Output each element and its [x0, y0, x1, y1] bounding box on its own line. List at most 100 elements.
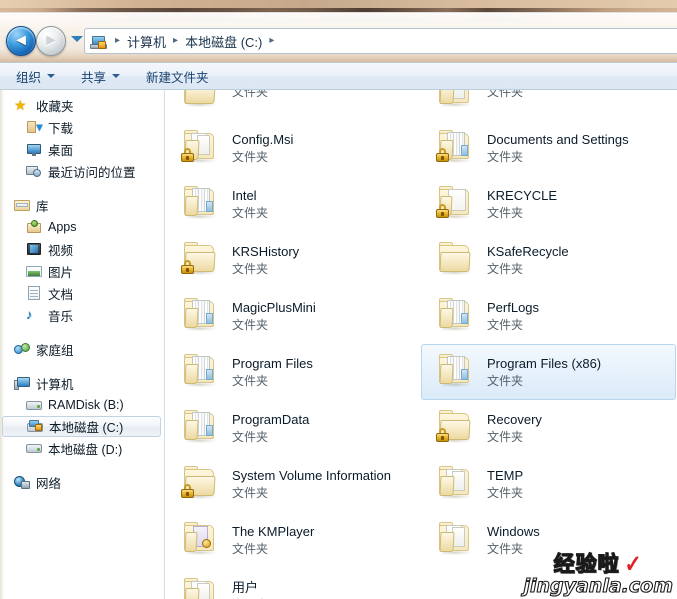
- file-item[interactable]: System Volume Information 文件夹: [166, 456, 421, 512]
- file-item[interactable]: KRECYCLE 文件夹: [421, 176, 676, 232]
- recent-pages-dropdown-icon[interactable]: [71, 36, 83, 42]
- sidebar-item-documents[interactable]: 文档: [0, 282, 164, 304]
- file-list-pane[interactable]: 文件夹 文件夹 Config.Msi 文件夹 Documents and Setting…: [166, 90, 677, 599]
- file-item-type: 文件夹: [232, 485, 269, 500]
- explorer-content: ★ 收藏夹 ▼ 下载 桌面 最近访问的位置 库 Apps 视频 图片 文档 ♪ …: [0, 90, 677, 599]
- new-folder-label: 新建文件夹: [146, 70, 209, 85]
- breadcrumb-separator-root[interactable]: ▸: [109, 36, 126, 46]
- folder-files-icon: [180, 183, 226, 225]
- folder-plain-icon: [435, 239, 481, 281]
- sidebar-item-recent-places[interactable]: 最近访问的位置: [0, 160, 164, 182]
- lock-icon: [435, 428, 449, 442]
- file-item-type: 文件夹: [487, 373, 524, 388]
- breadcrumb-computer[interactable]: 计算机: [126, 32, 167, 51]
- file-item-name: System Volume Information: [232, 467, 391, 483]
- sidebar-header-network[interactable]: 网络: [0, 471, 164, 493]
- file-item[interactable]: KRSHistory 文件夹: [166, 232, 421, 288]
- breadcrumb-separator-2[interactable]: ▸: [263, 36, 280, 46]
- sidebar-item-videos[interactable]: 视频: [0, 238, 164, 260]
- sidebar-label: 计算机: [36, 377, 74, 392]
- file-item-name: Program Files (x86): [487, 355, 602, 371]
- network-icon: [14, 474, 30, 490]
- file-item[interactable]: Intel 文件夹: [166, 176, 421, 232]
- folder-files-icon: [180, 407, 226, 449]
- sidebar-header-computer[interactable]: 计算机: [0, 372, 164, 394]
- file-item[interactable]: Windows 文件夹: [421, 512, 676, 568]
- sidebar-label: 音乐: [48, 309, 74, 324]
- file-item-name: KRECYCLE: [487, 187, 558, 203]
- file-item[interactable]: Config.Msi 文件夹: [166, 120, 421, 176]
- back-button[interactable]: ◄: [6, 26, 36, 56]
- file-item[interactable]: 用户文件夹: [166, 568, 421, 599]
- share-button[interactable]: 共享: [71, 65, 130, 87]
- drive-icon: [26, 440, 42, 456]
- file-item-type: 文件夹: [232, 429, 269, 444]
- sidebar-label: 文档: [48, 287, 74, 302]
- organize-label: 组织: [16, 70, 42, 85]
- file-item[interactable]: The KMPlayer 文件夹: [166, 512, 421, 568]
- sidebar-item-ramdisk-b[interactable]: RAMDisk (B:): [0, 394, 164, 416]
- file-item[interactable]: MagicPlusMini 文件夹: [166, 288, 421, 344]
- file-item-name: TEMP: [487, 467, 524, 483]
- system-drive-icon: [27, 419, 43, 435]
- folder-plain-icon: [180, 90, 226, 113]
- file-item-type: 文件夹: [232, 149, 269, 164]
- lock-icon: [180, 260, 194, 274]
- file-item-text: The KMPlayer 文件夹: [232, 523, 314, 558]
- breadcrumb-separator-1[interactable]: ▸: [167, 36, 184, 46]
- file-item[interactable]: Documents and Settings 文件夹: [421, 120, 676, 176]
- file-item[interactable]: Recovery 文件夹: [421, 400, 676, 456]
- file-item-text: PerfLogs 文件夹: [487, 299, 539, 334]
- file-grid: 文件夹 文件夹 Config.Msi 文件夹 Documents and Setting…: [166, 90, 677, 599]
- forward-button[interactable]: ►: [36, 26, 66, 56]
- file-item[interactable]: 文件夹: [421, 90, 676, 120]
- lock-icon: [435, 204, 449, 218]
- folder-files-icon: [435, 351, 481, 393]
- computer-drive-icon: [90, 33, 107, 50]
- file-item[interactable]: ProgramData 文件夹: [166, 400, 421, 456]
- navigation-pane[interactable]: ★ 收藏夹 ▼ 下载 桌面 最近访问的位置 库 Apps 视频 图片 文档 ♪ …: [0, 90, 165, 599]
- folder-docs-icon: [180, 127, 226, 169]
- file-item-name: Program Files: [232, 355, 313, 371]
- sidebar-item-local-disk-c[interactable]: 本地磁盘 (C:): [2, 416, 161, 437]
- sidebar-header-libraries[interactable]: 库: [0, 194, 164, 216]
- new-folder-button[interactable]: 新建文件夹: [136, 65, 219, 87]
- file-item[interactable]: TEMP 文件夹: [421, 456, 676, 512]
- sidebar-item-apps[interactable]: Apps: [0, 216, 164, 238]
- navigation-buttons: ◄ ►: [6, 26, 68, 56]
- sidebar-item-desktop[interactable]: 桌面: [0, 138, 164, 160]
- desktop-wallpaper-top: [0, 0, 677, 8]
- file-item-text: 用户文件夹: [232, 579, 268, 599]
- file-item[interactable]: PerfLogs 文件夹: [421, 288, 676, 344]
- sidebar-header-homegroup[interactable]: 家庭组: [0, 338, 164, 360]
- sidebar-item-downloads[interactable]: ▼ 下载: [0, 116, 164, 138]
- file-item-text: 文件夹: [487, 90, 523, 101]
- apps-icon: [26, 219, 42, 235]
- sidebar-item-local-disk-d[interactable]: 本地磁盘 (D:): [0, 437, 164, 459]
- breadcrumb-local-disk-c[interactable]: 本地磁盘 (C:): [184, 32, 263, 51]
- file-item[interactable]: KSafeRecycle 文件夹: [421, 232, 676, 288]
- file-item-name: PerfLogs: [487, 299, 540, 315]
- file-item-name: KSafeRecycle: [487, 243, 569, 259]
- sidebar-item-music[interactable]: ♪ 音乐: [0, 304, 164, 326]
- file-item-text: KSafeRecycle 文件夹: [487, 243, 569, 278]
- file-item-name: Windows: [487, 523, 540, 539]
- file-item[interactable]: Program Files 文件夹: [166, 344, 421, 400]
- sidebar-label: 本地磁盘 (D:): [48, 442, 123, 457]
- sidebar-header-favorites[interactable]: ★ 收藏夹: [0, 94, 164, 116]
- file-item-type: 文件夹: [232, 541, 269, 556]
- file-item[interactable]: 文件夹: [166, 90, 421, 120]
- folder-plain-icon: [180, 239, 226, 281]
- star-icon: ★: [14, 97, 27, 113]
- file-item-type: 文件夹: [487, 261, 524, 276]
- file-item[interactable]: Program Files (x86) 文件夹: [421, 344, 676, 400]
- sidebar-label: 收藏夹: [36, 99, 74, 114]
- file-item-text: Program Files 文件夹: [232, 355, 313, 390]
- file-item-text: Windows 文件夹: [487, 523, 540, 558]
- sidebar-item-pictures[interactable]: 图片: [0, 260, 164, 282]
- address-bar[interactable]: ▸ 计算机 ▸ 本地磁盘 (C:) ▸: [84, 28, 677, 54]
- file-item-type: 文件夹: [232, 317, 269, 332]
- download-icon: ▼: [26, 119, 45, 135]
- organize-button[interactable]: 组织: [6, 65, 65, 87]
- file-item-text: Intel 文件夹: [232, 187, 268, 222]
